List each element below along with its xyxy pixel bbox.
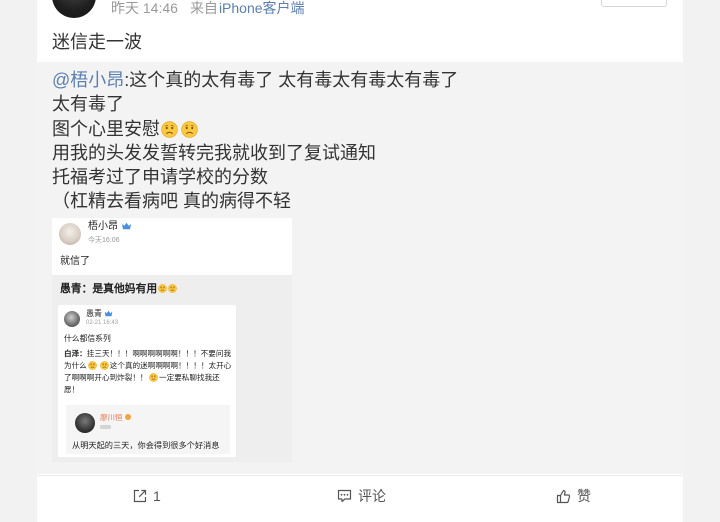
repost-count: 1	[153, 488, 161, 504]
weibo-post-screen: 昨天 14:46 来自iPhone客户端 迷信走一波 @梧小昂:这个真的太有毒了 …	[0, 0, 720, 522]
post-timestamp: 昨天 14:46	[111, 0, 178, 16]
inner-post-text: 什么都信系列	[64, 334, 111, 343]
image-timestamp: 今天16:06	[88, 237, 120, 244]
avatar	[64, 311, 80, 327]
image-inner-post: 愚青 02-21 16:43 什么都信系列 白泽：挂三天！！！啊啊啊啊啊啊！！！…	[58, 305, 236, 457]
retweeted-post-text: @梧小昂:这个真的太有毒了 太有毒太有毒太有毒了 太有毒了 图个心里安慰 用我的…	[52, 68, 458, 214]
avatar	[59, 223, 81, 245]
inner-username-text: 愚青	[86, 309, 102, 318]
comment-label: 评论	[358, 488, 386, 504]
retweet-line: 托福考过了申请学校的分数	[52, 167, 268, 188]
user-badge-icon	[124, 414, 131, 420]
source-prefix: 来自	[189, 0, 218, 16]
retweet-line: （杠精去看病吧 真的病得不轻	[52, 191, 291, 212]
image-username-text: 梧小昂	[88, 221, 118, 232]
inner-timestamp: 02-21 16:43	[86, 320, 119, 326]
sad-face-emoji-icon	[168, 284, 177, 293]
member-badge-icon	[104, 310, 113, 317]
comment-button[interactable]: 评论	[337, 487, 386, 505]
sad-face-emoji-icon	[100, 361, 109, 370]
retweet-line-text: 图个心里安慰	[52, 118, 160, 139]
image-comment-text: 愚青：是真他妈有用	[60, 283, 158, 295]
comment-icon	[337, 489, 352, 503]
retweet-line-text: :这个真的太有毒了 太有毒太有毒太有毒了	[124, 70, 459, 90]
nested-username-text: 廖川恒	[100, 413, 123, 422]
retweet-image[interactable]: 梧小昂 今天16:06 就信了 愚青：是真他妈有用 愚青 02-21 16:43…	[52, 218, 292, 462]
source-app-link[interactable]: iPhone客户端	[219, 0, 305, 16]
sad-face-emoji-icon	[161, 121, 178, 138]
action-bar: 1 评论 赞	[37, 475, 683, 522]
like-label: 赞	[577, 488, 591, 504]
sad-face-emoji-icon	[88, 361, 97, 370]
quoted-comment-text: 白泽：挂三天！！！啊啊啊啊啊啊！！！不要问我为什么 这个真的迷啊啊啊啊！！！！太开…	[64, 348, 234, 396]
retweet-line: 图个心里安慰	[52, 117, 458, 141]
nested-post: 廖川恒 从明天起的三天，你会得到很多个好消息	[66, 405, 230, 454]
mention-link[interactable]: @梧小昂	[52, 70, 124, 90]
thumbs-up-icon	[556, 489, 571, 503]
avatar	[75, 413, 95, 433]
like-button[interactable]: 赞	[556, 487, 591, 505]
nested-post-text: 从明天起的三天，你会得到很多个好消息	[72, 441, 220, 450]
quote-author: 白泽：	[64, 349, 87, 358]
inner-username: 愚青	[86, 309, 113, 319]
image-post-text: 就信了	[60, 256, 90, 267]
member-badge-icon	[121, 222, 132, 230]
post-text: 迷信走一波	[52, 32, 142, 52]
sad-face-emoji-icon	[149, 373, 158, 382]
sad-face-emoji-icon	[181, 121, 198, 138]
sad-face-emoji-icon	[158, 284, 167, 293]
retweet-line: @梧小昂:这个真的太有毒了 太有毒太有毒太有毒了	[52, 68, 458, 92]
header-action-button[interactable]	[601, 0, 667, 7]
image-comment: 愚青：是真他妈有用	[60, 283, 177, 296]
repost-icon	[133, 489, 147, 503]
retweet-line: 太有毒了	[52, 94, 124, 115]
retweet-line: 用我的头发发誓转完我就收到了复试通知	[52, 142, 376, 163]
nested-meta-placeholder	[100, 425, 111, 429]
nested-username: 廖川恒	[100, 413, 131, 422]
repost-button[interactable]: 1	[133, 487, 161, 505]
image-username: 梧小昂	[88, 221, 132, 233]
post-meta: 昨天 14:46 来自iPhone客户端	[111, 0, 305, 16]
